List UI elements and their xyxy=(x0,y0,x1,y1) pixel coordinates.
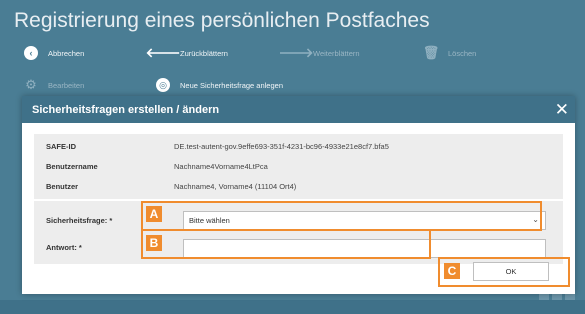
gear-icon: ⚙ xyxy=(25,77,37,92)
user-label: Benutzer xyxy=(46,181,79,191)
dialog-title: Sicherheitsfragen erstellen / ändern xyxy=(32,103,220,116)
toolbar-row-2: ⚙ Bearbeiten ◎ Neue Sicherheitsfrage anl… xyxy=(0,72,585,98)
page-forward-button[interactable]: 🡒 Weiterblättern xyxy=(278,40,360,66)
bottom-strip xyxy=(0,300,585,314)
arrow-right-icon: 🡒 xyxy=(278,45,314,60)
dialog-header: Sicherheitsfragen erstellen / ändern ✕ xyxy=(22,96,575,123)
trash-icon: 🗑 xyxy=(422,45,440,60)
username-value: Nachname4Vorname4LtPca xyxy=(174,161,268,171)
user-value: Nachname4, Vorname4 (11104 Ort4) xyxy=(174,181,297,191)
info-panel: SAFE-ID DE.test-autent-gov.9effe693-351f… xyxy=(34,134,563,199)
annotation-box-b xyxy=(141,229,431,259)
security-question-label: Sicherheitsfrage: * xyxy=(46,216,113,225)
toolbar-row-1: ‹ Abbrechen 🡐 Zurückblättern 🡒 Weiterblä… xyxy=(0,40,585,66)
edit-button[interactable]: ⚙ Bearbeiten xyxy=(24,72,84,98)
annotation-box-a xyxy=(141,201,542,231)
page-back-button[interactable]: 🡐 Zurückblättern xyxy=(145,40,228,66)
arrow-left-icon: 🡐 xyxy=(145,45,181,60)
back-circle-icon: ‹ xyxy=(24,46,38,60)
info-row-safe-id: SAFE-ID DE.test-autent-gov.9effe693-351f… xyxy=(34,138,563,154)
lifebuoy-icon: ◎ xyxy=(156,78,170,92)
annotation-badge-b: B xyxy=(146,235,162,251)
safe-id-value: DE.test-autent-gov.9effe693-351f-4231-bc… xyxy=(174,141,389,151)
annotation-badge-c: C xyxy=(444,263,460,279)
safe-id-label: SAFE-ID xyxy=(46,141,76,151)
annotation-badge-a: A xyxy=(146,206,162,222)
username-label: Benutzername xyxy=(46,161,98,171)
close-icon[interactable]: ✕ xyxy=(555,101,569,118)
info-row-username: Benutzername Nachname4Vorname4LtPca xyxy=(34,158,563,174)
new-security-question-button[interactable]: ◎ Neue Sicherheitsfrage anlegen xyxy=(156,72,283,98)
app-title: Registrierung eines persönlichen Postfac… xyxy=(14,9,430,32)
delete-button[interactable]: 🗑 Löschen xyxy=(422,40,477,66)
answer-label: Antwort: * xyxy=(46,243,82,252)
cancel-button[interactable]: ‹ Abbrechen xyxy=(24,40,84,66)
info-row-user: Benutzer Nachname4, Vorname4 (11104 Ort4… xyxy=(34,178,563,194)
